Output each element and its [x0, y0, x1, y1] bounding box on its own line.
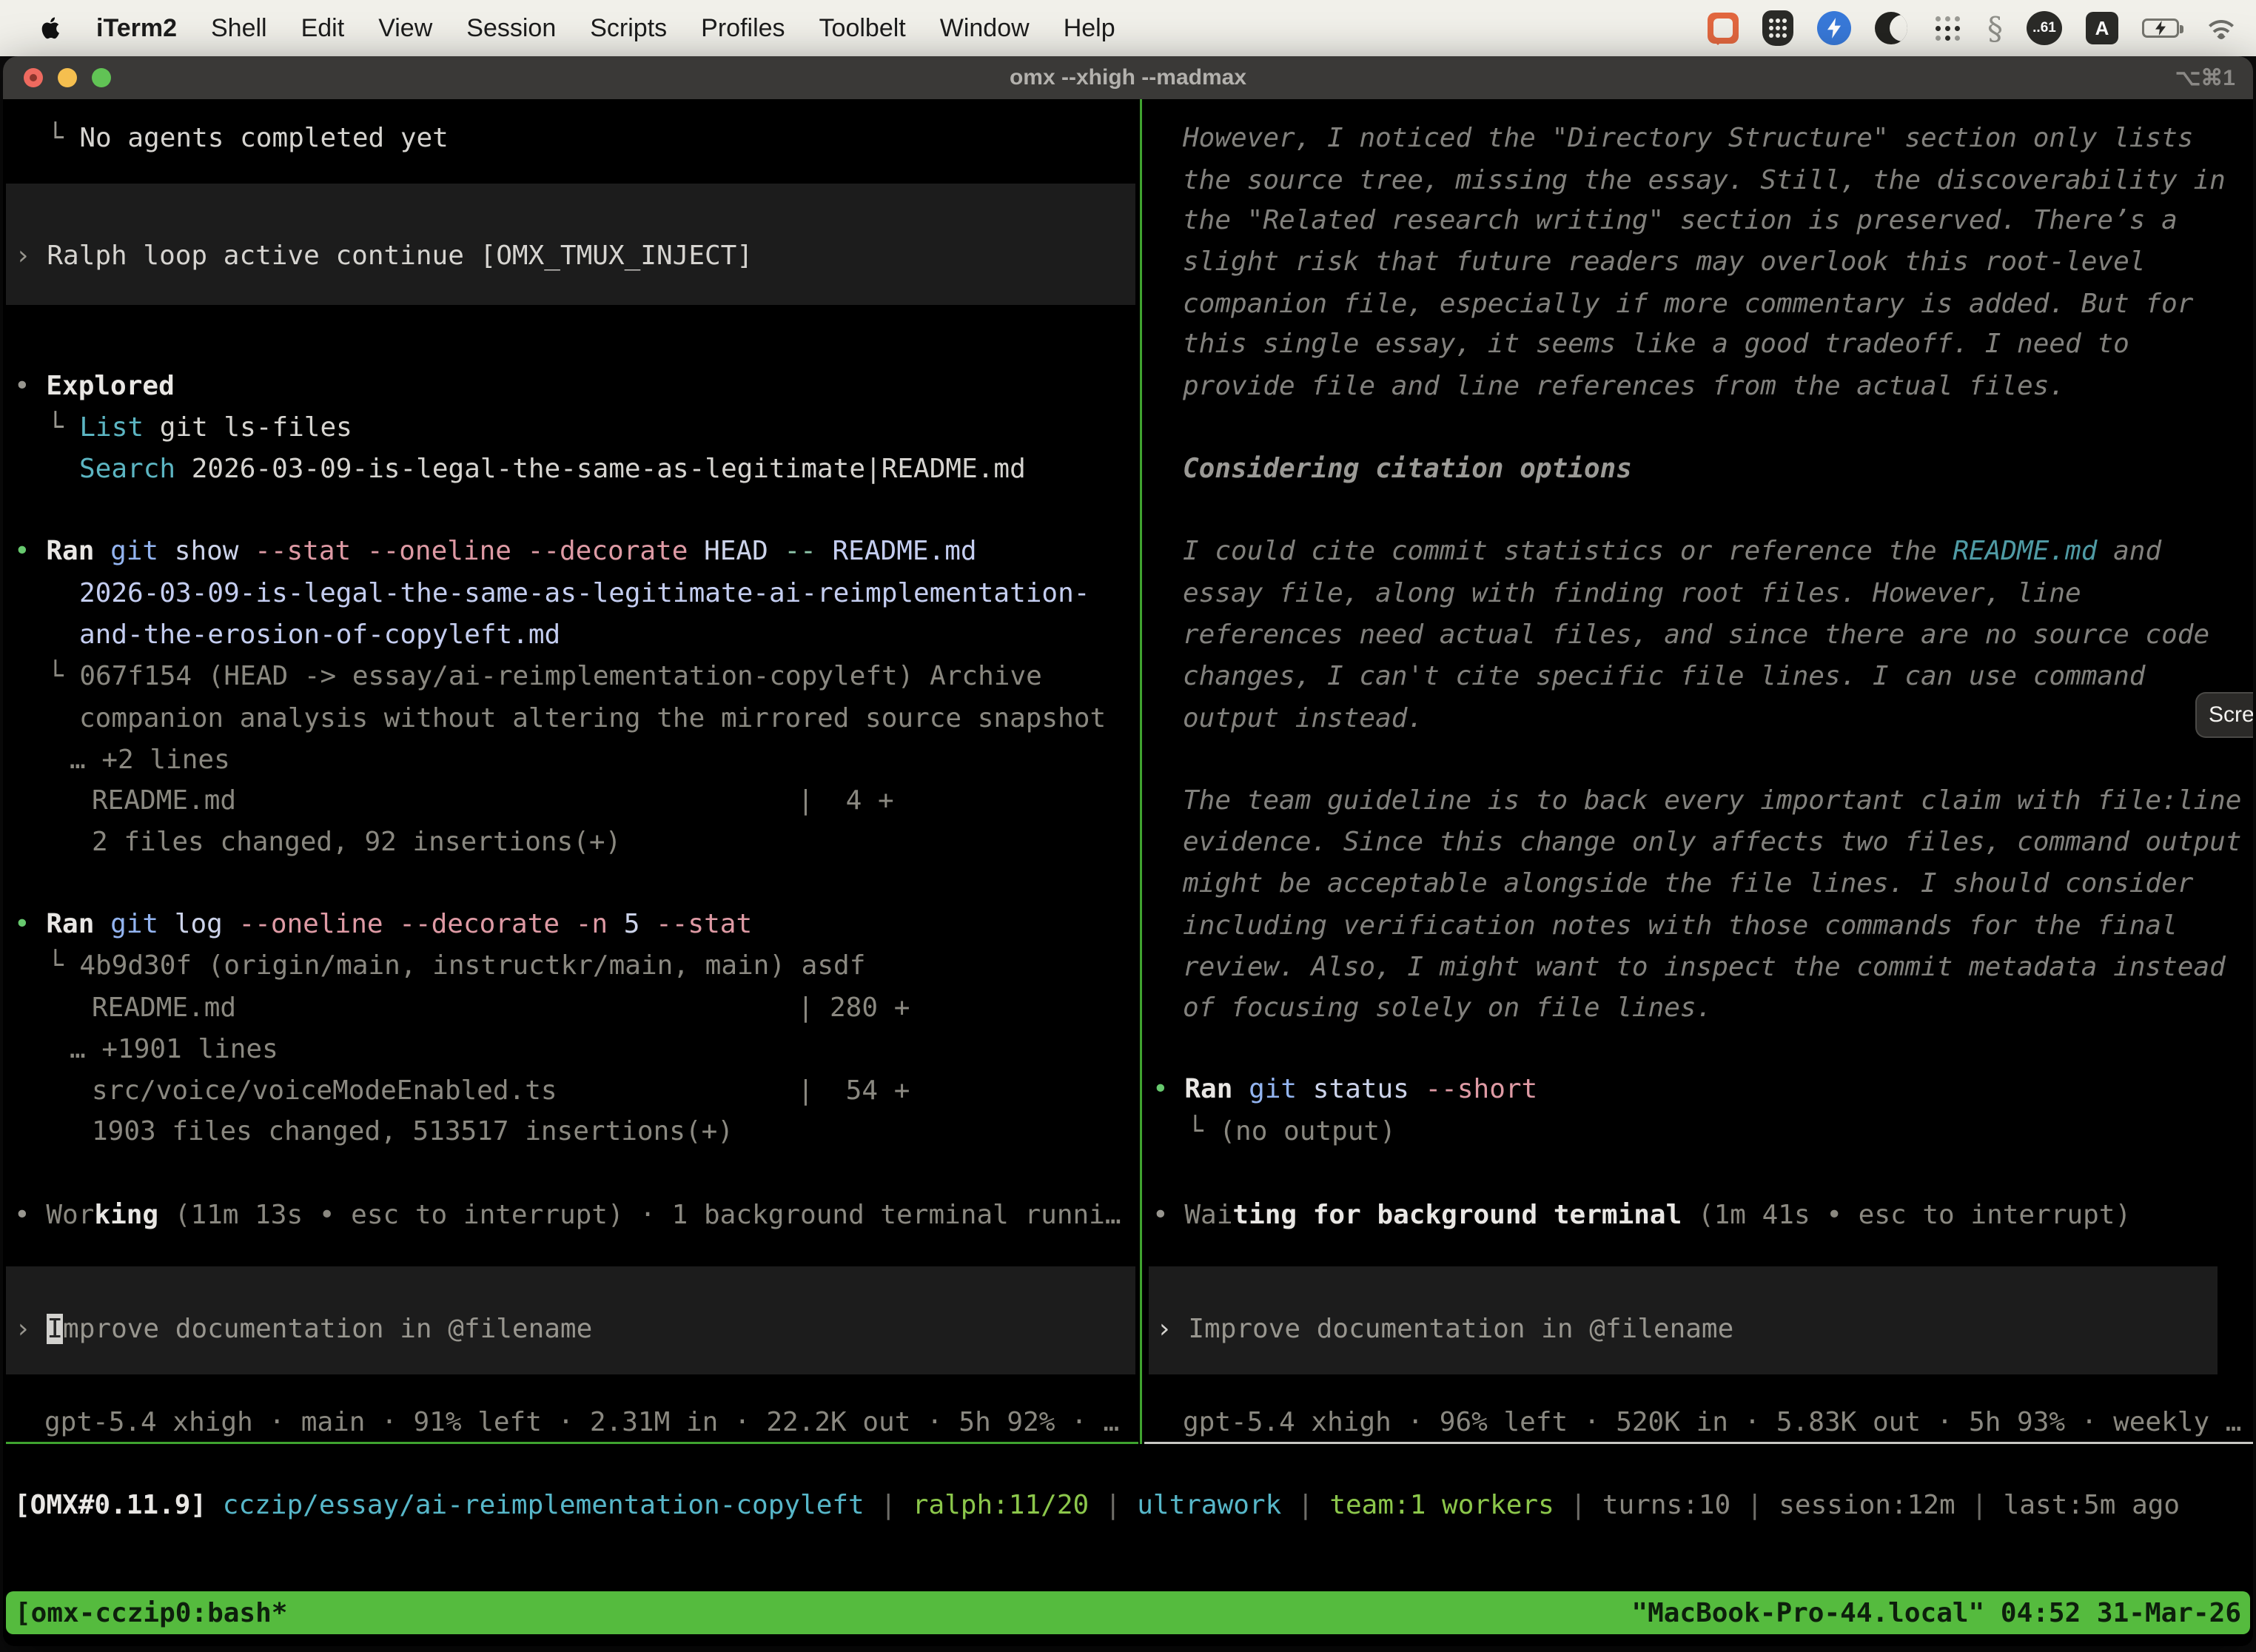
text-segment: [OMX#0.11.9]: [14, 1490, 207, 1520]
text-segment: [207, 1490, 223, 1520]
text-segment: team:1 workers: [1329, 1490, 1554, 1520]
battery-charging-icon[interactable]: [2142, 19, 2179, 38]
battery-percent-badge[interactable]: ..61: [2027, 11, 2062, 45]
text-segment: session:12m: [1779, 1490, 1955, 1520]
window-titlebar[interactable]: omx --xhigh --madmax ⌥⌘1: [3, 56, 2253, 99]
tmux-status-bar: [omx-cczip0:bash* "MacBook-Pro-44.local"…: [6, 1591, 2250, 1634]
terminal-area: └ No agents completed yet› Ralph loop ac…: [3, 99, 2253, 1646]
menu-item-toolbelt[interactable]: Toolbelt: [819, 14, 906, 43]
window-shortcut-hint: ⌥⌘1: [2175, 65, 2235, 91]
text-segment: |: [1554, 1490, 1602, 1520]
menu-item-iterm2[interactable]: iTerm2: [96, 14, 177, 43]
menu-item-view[interactable]: View: [378, 14, 432, 43]
screen-overlay-button[interactable]: Scre: [2195, 692, 2253, 738]
tmux-host-clock: "MacBook-Pro-44.local" 04:52 31-Mar-26: [1631, 1598, 2241, 1628]
traffic-lights: [24, 68, 111, 87]
apple-menu-icon[interactable]: [38, 13, 64, 43]
menu-item-profiles[interactable]: Profiles: [701, 14, 785, 43]
lightning-badge-icon[interactable]: [1817, 11, 1851, 45]
input-source-key[interactable]: A: [2086, 12, 2118, 44]
menu-item-window[interactable]: Window: [940, 14, 1030, 43]
text-segment: |: [1281, 1490, 1329, 1520]
tmux-session-label: [omx-cczip0:bash*: [15, 1598, 287, 1628]
text-segment: last:5m ago: [2004, 1490, 2180, 1520]
iterm-window: omx --xhigh --madmax ⌥⌘1 └ No agents com…: [3, 56, 2253, 1646]
minimize-button[interactable]: [58, 68, 77, 87]
text-segment: |: [1730, 1490, 1779, 1520]
text-segment: ralph:11/20: [913, 1490, 1089, 1520]
desktop: iTerm2 Shell Edit View Session Scripts P…: [0, 0, 2256, 1652]
text-segment: |: [1955, 1490, 2004, 1520]
zoom-button[interactable]: [92, 68, 111, 87]
window-title: omx --xhigh --madmax: [3, 65, 2253, 90]
text-segment: |: [865, 1490, 913, 1520]
text-segment: ultrawork: [1137, 1490, 1281, 1520]
menu-item-scripts[interactable]: Scripts: [590, 14, 667, 43]
dots-grid-icon[interactable]: [1931, 12, 1964, 44]
menu-bar: iTerm2 Shell Edit View Session Scripts P…: [0, 0, 2256, 56]
menu-item-session[interactable]: Session: [466, 14, 556, 43]
omx-status-line: [OMX#0.11.9] cczip/essay/ai-reimplementa…: [14, 1489, 2180, 1522]
menu-items: iTerm2 Shell Edit View Session Scripts P…: [96, 14, 1115, 43]
menu-status-icons: § ..61 A: [1708, 10, 2240, 47]
close-button[interactable]: [24, 68, 43, 87]
menu-item-help[interactable]: Help: [1064, 14, 1115, 43]
chat-icon[interactable]: [1708, 13, 1739, 44]
grid-shield-icon[interactable]: [1762, 10, 1793, 46]
text-segment: turns:10: [1602, 1490, 1730, 1520]
wifi-icon[interactable]: [2203, 14, 2240, 42]
menu-item-edit[interactable]: Edit: [301, 14, 345, 43]
menu-item-shell[interactable]: Shell: [211, 14, 267, 43]
text-segment: |: [1089, 1490, 1137, 1520]
crescent-icon[interactable]: [1875, 12, 1907, 44]
text-segment: cczip/essay/ai-reimplementation-copyleft: [223, 1490, 865, 1520]
omx-status-row: [OMX#0.11.9] cczip/essay/ai-reimplementa…: [3, 99, 2253, 1646]
squiggle-icon[interactable]: §: [1987, 10, 2003, 47]
